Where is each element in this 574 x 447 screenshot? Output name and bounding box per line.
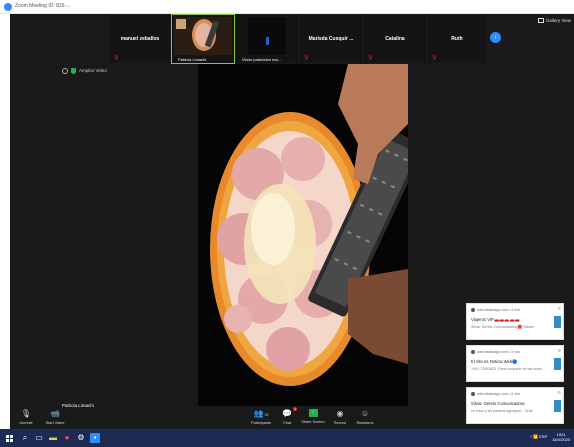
language-indicator[interactable]: ESP (539, 434, 547, 439)
file-explorer-icon[interactable]: ▬ (48, 433, 58, 443)
notification-source: web.whatsapp.com • 3 min (471, 308, 520, 313)
participant-name: Marisda Cusquir ... (308, 36, 354, 42)
notification-title: Silvia- Gerelo Comunicadora (471, 401, 525, 406)
active-speaker-video (198, 64, 408, 406)
chrome-icon (471, 350, 475, 355)
participant-strip: manuel zeballos 🎙 Patricia Limachi Victo… (10, 14, 574, 64)
camera-icon: 📹 (50, 409, 60, 418)
gear-icon[interactable]: ⚙ (557, 390, 561, 395)
chat-button[interactable]: 💬 1 Chat (280, 407, 297, 425)
notification-source: web.whatsapp.com • 3 min (471, 392, 520, 397)
notification-thumbnail (554, 316, 561, 328)
microphone-icon: 🎙 (20, 409, 32, 418)
notification-thumbnail (554, 358, 561, 370)
participants-button[interactable]: 👥33 Participants (248, 409, 274, 425)
network-icon[interactable]: 📶 (533, 434, 538, 439)
muted-mic-icon: 🎙 (303, 55, 310, 61)
windows-start-icon[interactable] (4, 433, 14, 443)
notification-source: web.whatsapp.com • 3 min (471, 350, 520, 355)
meeting-status: Ampliar Video (62, 68, 107, 74)
notification-body: Silvia: Gerelo Comunicadora 🟥 Sticker (471, 325, 535, 329)
gear-icon[interactable]: ⚙ (557, 306, 561, 311)
muted-mic-icon: 🎙 (431, 55, 438, 61)
gear-icon[interactable]: ⚙ (557, 348, 561, 353)
participant-tile-catalina[interactable]: Catalina 🎙 (364, 15, 426, 63)
chat-icon: 💬 (282, 409, 292, 418)
participant-video-thumbnail (248, 17, 286, 55)
muted-mic-icon: 🎙 (367, 55, 374, 61)
record-button[interactable]: ◉ Record (330, 409, 350, 425)
grid-icon (537, 18, 544, 24)
participant-video-thumbnail (174, 17, 232, 55)
chevron-right-icon[interactable]: › (490, 32, 501, 43)
notification-toast[interactable]: web.whatsapp.com • 3 min ⚙ Silvia- Gerel… (466, 387, 564, 424)
notification-thumbnail (554, 400, 561, 412)
unmute-button[interactable]: 🎙 Unmute (14, 409, 38, 425)
muted-mic-icon: 🎙 (113, 55, 120, 61)
smiley-icon: ☺ (360, 409, 370, 418)
participant-name: manuel zeballos (120, 36, 160, 42)
chrome-icon (471, 308, 475, 313)
chrome-icon[interactable]: ● (62, 433, 72, 443)
zoom-app-icon (4, 3, 12, 11)
notification-body: +591 72501823: Para compartir en las red… (471, 367, 543, 371)
search-icon[interactable]: ⌕ (20, 433, 30, 443)
participant-tile-victor[interactable]: Victor palavicino ma... (236, 15, 298, 63)
chevron-up-icon[interactable]: ^ (530, 434, 532, 439)
zoom-taskbar-icon[interactable]: ▪ (90, 433, 100, 443)
window-title: Zoom Meeting ID: 826-... (15, 3, 71, 9)
gallery-view-button[interactable]: Gallery View (537, 18, 571, 24)
participant-name: Patricia Limachi (178, 57, 207, 62)
participant-name: Catalina (385, 36, 405, 42)
participants-icon: 👥33 (253, 409, 269, 418)
reactions-button[interactable]: ☺ Reactions (354, 409, 376, 425)
participant-tile-marisda[interactable]: Marisda Cusquir ... 🎙 (300, 15, 362, 63)
task-view-icon[interactable]: ▭ (34, 433, 44, 443)
encryption-shield-icon[interactable] (71, 68, 76, 74)
participant-name: Victor palavicino ma... (242, 57, 282, 62)
clock[interactable]: 1921 18/4/2020 (552, 432, 570, 442)
windows-taskbar: ⌕ ▭ ▬ ● ⚙ ▪ ^ 📶 ESP 1921 18/4/2020 (0, 429, 574, 447)
system-tray: ^ 📶 ESP 1921 18/4/2020 (530, 432, 570, 442)
notification-body: en fotos y las parares agregado · Grab (471, 409, 533, 413)
share-screen-icon: ↑ (308, 409, 318, 417)
participant-tile-patricia[interactable]: Patricia Limachi (171, 14, 235, 64)
participant-tile-manuel[interactable]: manuel zeballos 🎙 (110, 15, 170, 63)
unread-badge: 1 (293, 407, 297, 411)
notification-toast[interactable]: web.whatsapp.com • 3 min ⚙ Viajeros VIP🚗… (466, 303, 564, 340)
notification-title: El Alto es Noticia Web🔵 (471, 359, 518, 364)
start-video-button[interactable]: 📹 Start Video (42, 409, 68, 425)
notification-title: Viajeros VIP🚗🚗🚗🚗🚗 (471, 317, 521, 322)
record-icon: ◉ (336, 409, 344, 418)
expand-video-label[interactable]: Ampliar Video (79, 68, 107, 73)
info-icon[interactable] (62, 68, 68, 74)
chrome-icon (471, 392, 475, 397)
share-screen-button[interactable]: ↑ Share Screen (300, 409, 326, 424)
participant-tile-ruth[interactable]: Ruth 🎙 (428, 15, 486, 63)
participant-name: Ruth (451, 36, 463, 42)
settings-icon[interactable]: ⚙ (76, 433, 86, 443)
title-bar: Zoom Meeting ID: 826-... (0, 0, 574, 14)
notification-toast[interactable]: web.whatsapp.com • 3 min ⚙ El Alto es No… (466, 345, 564, 382)
